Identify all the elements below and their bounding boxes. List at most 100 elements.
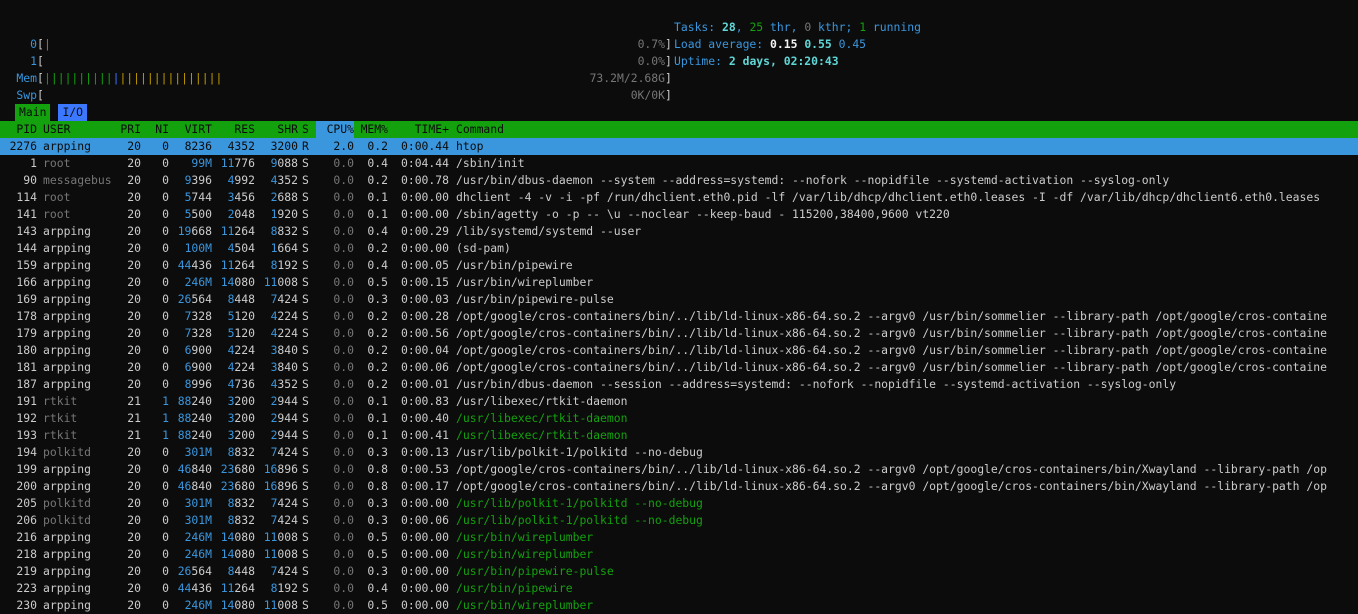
cell-time: 0:00.40: [400, 411, 449, 425]
cell-ni: 0: [162, 479, 169, 493]
cell-time: 0:00.53: [400, 462, 449, 476]
table-row[interactable]: 230 arpping 20 0 246M 14080 11008 S 0.0 0.5 0:00.0…: [0, 597, 1358, 614]
col-user[interactable]: USER: [43, 121, 115, 138]
cell-res: 23680: [220, 462, 255, 476]
table-row[interactable]: 114 root 20 0 5744 3456 2688 S 0.0 0.1 0:00.00 dhcl…: [0, 189, 1358, 206]
table-row[interactable]: 166 arpping 20 0 246M 14080 11008 S 0.0 0.5 0:00.1…: [0, 274, 1358, 291]
cell-res: 8832: [227, 445, 255, 459]
cell-shr: 7424: [270, 292, 298, 306]
cell-shr: 2688: [270, 190, 298, 204]
cell-user: root: [43, 156, 71, 170]
cell-pid: 1: [30, 156, 37, 170]
load5: 0.55: [804, 37, 832, 51]
col-time[interactable]: TIME+: [392, 121, 449, 138]
cell-cpu: 2.0: [333, 139, 354, 153]
table-row[interactable]: 2276 arpping 20 0 8236 4352 3200 R 2.0 0.2 0:00.44…: [0, 138, 1358, 155]
col-res[interactable]: RES: [215, 121, 255, 138]
cell-user: arpping: [43, 139, 92, 153]
cell-mem: 0.2: [367, 241, 388, 255]
cell-s: S: [302, 326, 309, 340]
table-row[interactable]: 181 arpping 20 0 6900 4224 3840 S 0.0 0.2 0:00.06 /…: [0, 359, 1358, 376]
cell-res: 5120: [227, 326, 255, 340]
cell-res: 14080: [220, 598, 255, 612]
cell-cmd: /usr/bin/dbus-daemon --session --address…: [456, 377, 1177, 391]
table-row[interactable]: 200 arpping 20 0 46840 23680 16896 S 0.0 0.8 0:00.…: [0, 478, 1358, 495]
cell-mem: 0.1: [367, 428, 388, 442]
cell-res: 4736: [227, 377, 255, 391]
tab-io[interactable]: I/O: [58, 104, 88, 121]
col-mem[interactable]: MEM%: [358, 121, 388, 138]
cell-s: S: [302, 207, 309, 221]
table-row[interactable]: 206 polkitd 20 0 301M 8832 7424 S 0.0 0.3 0:00.06 /…: [0, 512, 1358, 529]
cell-time: 0:00.28: [400, 309, 449, 323]
table-row[interactable]: 216 arpping 20 0 246M 14080 11008 S 0.0 0.5 0:00.0…: [0, 529, 1358, 546]
cell-cpu: 0.0: [333, 190, 354, 204]
table-row[interactable]: 219 arpping 20 0 26564 8448 7424 S 0.0 0.3 0:00.00…: [0, 563, 1358, 580]
col-virt[interactable]: VIRT: [172, 121, 212, 138]
col-cpu[interactable]: CPU%: [316, 121, 354, 138]
table-row[interactable]: 1 root 20 0 99M 11776 9088 S 0.0 0.4 0:04.44/sbin/…: [0, 155, 1358, 172]
cell-pri: 20: [127, 581, 141, 595]
cell-time: 0:00.44: [400, 139, 449, 153]
cell-user: arpping: [43, 326, 92, 340]
table-row[interactable]: 178 arpping 20 0 7328 5120 4224 S 0.0 0.2 0:00.28 /…: [0, 308, 1358, 325]
table-row[interactable]: 192 rtkit 21 1 88240 3200 2944 S 0.0 0.1 0:00.40/u…: [0, 410, 1358, 427]
table-row[interactable]: 187 arpping 20 0 8996 4736 4352 S 0.0 0.2 0:00.01 /…: [0, 376, 1358, 393]
table-row[interactable]: 179 arpping 20 0 7328 5120 4224 S 0.0 0.2 0:00.56 /…: [0, 325, 1358, 342]
cell-pid: 194: [16, 445, 37, 459]
table-row[interactable]: 205 polkitd 20 0 301M 8832 7424 S 0.0 0.3 0:00.00 /…: [0, 495, 1358, 512]
table-row[interactable]: 169 arpping 20 0 26564 8448 7424 S 0.0 0.3 0:00.03…: [0, 291, 1358, 308]
cell-res: 4352: [227, 139, 255, 153]
uptime-info: Uptime: 2 days, 02:20:43: [674, 53, 839, 70]
cell-pri: 20: [127, 496, 141, 510]
cell-shr: 11008: [263, 275, 298, 289]
cell-mem: 0.1: [367, 394, 388, 408]
cell-shr: 4352: [270, 377, 298, 391]
cell-pri: 20: [127, 598, 141, 612]
tab-main[interactable]: Main: [15, 104, 51, 121]
cell-mem: 0.3: [367, 445, 388, 459]
cell-pri: 20: [127, 530, 141, 544]
running-label: running: [866, 20, 921, 34]
cell-virt: 26564: [177, 292, 212, 306]
cell-mem: 0.4: [367, 156, 388, 170]
col-state[interactable]: S: [302, 121, 312, 138]
cell-ni: 0: [162, 258, 169, 272]
cell-shr: 9088: [270, 156, 298, 170]
cell-mem: 0.2: [367, 309, 388, 323]
table-row[interactable]: 144 arpping 20 0 100M 4504 1664 S 0.0 0.2 0:00.00 (…: [0, 240, 1358, 257]
cell-virt: 246M: [184, 530, 212, 544]
table-row[interactable]: 143 arpping 20 0 19668 11264 8832 S 0.0 0.4 0:00.2…: [0, 223, 1358, 240]
cell-time: 0:00.04: [400, 343, 449, 357]
table-row[interactable]: 218 arpping 20 0 246M 14080 11008 S 0.0 0.5 0:00.0…: [0, 546, 1358, 563]
table-row[interactable]: 141 root 20 0 5500 2048 1920 S 0.0 0.1 0:00.00/sbi…: [0, 206, 1358, 223]
cell-pri: 20: [127, 139, 141, 153]
col-ni[interactable]: NI: [145, 121, 169, 138]
cell-cpu: 0.0: [333, 428, 354, 442]
cell-cpu: 0.0: [333, 394, 354, 408]
cell-pri: 20: [127, 241, 141, 255]
cell-mem: 0.3: [367, 564, 388, 578]
table-row[interactable]: 194 polkitd 20 0 301M 8832 7424 S 0.0 0.3 0:00.13 /…: [0, 444, 1358, 461]
table-row[interactable]: 180 arpping 20 0 6900 4224 3840 S 0.0 0.2 0:00.04 /…: [0, 342, 1358, 359]
cell-s: S: [302, 598, 309, 612]
table-row[interactable]: 193 rtkit 21 1 88240 3200 2944 S 0.0 0.1 0:00.41/u…: [0, 427, 1358, 444]
table-row[interactable]: 159 arpping 20 0 44436 11264 8192 S 0.0 0.4 0:00.0…: [0, 257, 1358, 274]
table-row[interactable]: 223 arpping 20 0 44436 11264 8192 S 0.0 0.4 0:00.0…: [0, 580, 1358, 597]
cell-virt: 8236: [184, 139, 212, 153]
table-row[interactable]: 191 rtkit 21 1 88240 3200 2944 S 0.0 0.1 0:00.83/u…: [0, 393, 1358, 410]
col-command[interactable]: Command: [456, 121, 1358, 138]
col-shr[interactable]: SHR: [258, 121, 298, 138]
mem-meter: Mem[|||||||||||||||||||||||||| 73.2M/2.68…: [0, 53, 671, 85]
table-row[interactable]: 90 messagebus 20 0 9396 4992 4352 S 0.0 0.2 0:00.7…: [0, 172, 1358, 189]
table-row[interactable]: 199 arpping 20 0 46840 23680 16896 S 0.0 0.8 0:00.…: [0, 461, 1358, 478]
cell-time: 0:00.00: [400, 564, 449, 578]
cell-cmd: /usr/libexec/rtkit-daemon: [456, 428, 628, 442]
cell-mem: 0.2: [367, 326, 388, 340]
cell-pid: 205: [16, 496, 37, 510]
process-table: PID USER PRI NI VIRT RES SHR S CPU% MEM%…: [0, 121, 1358, 614]
col-pid[interactable]: PID: [0, 121, 37, 138]
cell-virt: 9396: [184, 173, 212, 187]
cell-virt: 88240: [177, 411, 212, 425]
col-pri[interactable]: PRI: [115, 121, 141, 138]
